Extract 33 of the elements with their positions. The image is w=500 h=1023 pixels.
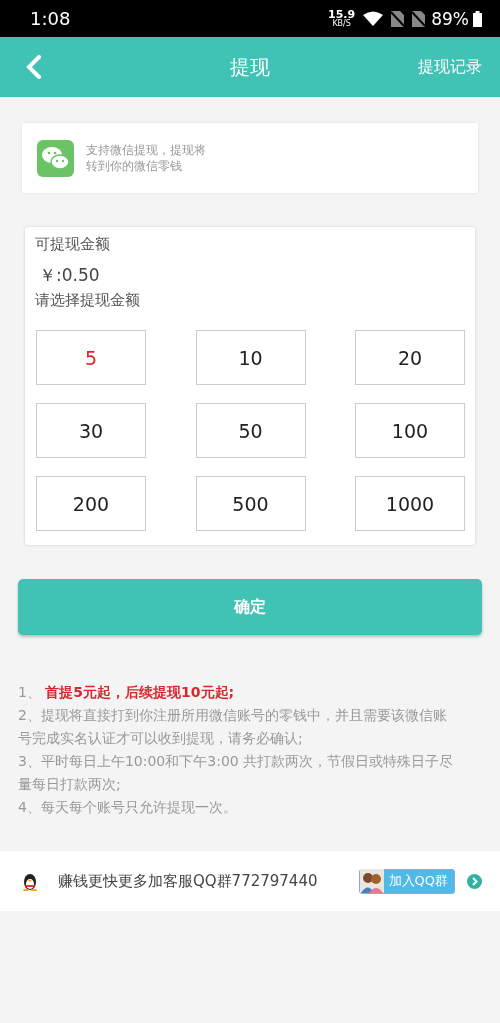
amount-option[interactable]: 30 bbox=[36, 403, 146, 458]
amount-option[interactable]: 5 bbox=[36, 330, 146, 385]
note-text: 3、平时每日上午10:00和下午3:00 共打款两次，节假日或特殊日子尽量每日打款两次; bbox=[18, 752, 455, 794]
chat-bubbles-icon bbox=[37, 139, 74, 177]
speed-unit: KB/S bbox=[332, 20, 351, 28]
note-text: 1、 首提5元起，后续提现10元起; bbox=[18, 683, 236, 702]
no-sim-icon bbox=[391, 10, 405, 27]
balance-amount: ￥:0.50 bbox=[39, 264, 101, 287]
penguin-icon bbox=[22, 871, 38, 891]
no-sim-icon bbox=[412, 10, 426, 27]
amount-option[interactable]: 1000 bbox=[355, 476, 465, 531]
qq-group-text: 赚钱更快更多加客服QQ群772797440 bbox=[58, 871, 318, 891]
people-icon bbox=[359, 869, 384, 893]
balance-label: 可提现金额 bbox=[35, 235, 111, 254]
back-icon[interactable] bbox=[26, 55, 42, 79]
page-title: 提现 bbox=[230, 53, 270, 81]
amount-option[interactable]: 100 bbox=[355, 403, 465, 458]
note-text: 4、每天每个账号只允许提现一次。 bbox=[18, 798, 238, 817]
amount-option[interactable]: 50 bbox=[195, 403, 306, 458]
network-speed: 15.9 bbox=[328, 9, 356, 20]
notice-text: 支持微信提现，提现将 bbox=[86, 141, 206, 158]
wifi-icon bbox=[363, 11, 384, 26]
amount-option[interactable]: 500 bbox=[195, 476, 306, 531]
note-text: 2、提现将直接打到你注册所用微信账号的零钱中，并且需要该微信账号完成实名认证才可以收到提现，请务必确认; bbox=[18, 706, 448, 748]
clock-time: 1:08 bbox=[30, 8, 72, 29]
amount-option[interactable]: 10 bbox=[195, 330, 306, 385]
chevron-right-icon[interactable] bbox=[467, 873, 482, 889]
notice-text: 转到你的微信零钱 bbox=[86, 158, 183, 175]
battery-icon bbox=[473, 10, 482, 27]
amount-option[interactable]: 200 bbox=[36, 476, 146, 531]
battery-percent: 89% bbox=[431, 8, 469, 29]
amount-option[interactable]: 20 bbox=[355, 330, 465, 385]
amount-prompt: 请选择提现金额 bbox=[35, 291, 141, 310]
